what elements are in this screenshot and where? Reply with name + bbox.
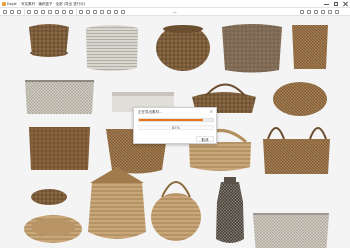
tag-icon[interactable]: [107, 10, 111, 14]
image-icon[interactable]: [121, 10, 125, 14]
basket-item: [25, 80, 94, 114]
basket-item: [253, 213, 329, 248]
basket-item: [86, 25, 138, 71]
basket-item: [273, 82, 327, 116]
basket-item: [292, 25, 328, 69]
app-name: Eagle: [7, 2, 17, 6]
progress-bar: [138, 118, 214, 122]
basket-item: [88, 167, 146, 239]
basket-item: [29, 127, 90, 170]
info-icon[interactable]: [307, 10, 311, 14]
flip-tool-icon[interactable]: [55, 10, 59, 14]
dialog-title: 正在导出素材…: [138, 110, 163, 114]
refresh-icon[interactable]: [17, 10, 21, 14]
title-bar: Eagle 写实素材 · 编织篮子 · 全部 (导出 进行中): [0, 0, 350, 8]
sort-icon[interactable]: [100, 10, 104, 14]
back-icon[interactable]: [3, 10, 7, 14]
cancel-button[interactable]: 取消: [196, 136, 214, 142]
filter-icon[interactable]: [93, 10, 97, 14]
progress-percent: 87%: [172, 126, 180, 130]
toolbar: ︿: [0, 8, 350, 16]
list-view-icon[interactable]: [86, 10, 90, 14]
fullscreen-icon[interactable]: [328, 10, 332, 14]
move-tool-icon[interactable]: [34, 10, 38, 14]
basket-item: [216, 177, 244, 243]
zoom-in-icon[interactable]: [62, 10, 66, 14]
basket-item: [151, 181, 201, 241]
export-progress-dialog: 正在导出素材… × 87% 取消: [133, 107, 217, 144]
toolbar-divider: [24, 9, 25, 15]
zoom-out-icon[interactable]: [69, 10, 73, 14]
settings-icon[interactable]: [321, 10, 325, 14]
basket-item: [156, 25, 210, 71]
window-title: 写实素材 · 编织篮子 · 全部 (导出 进行中): [21, 2, 86, 6]
menu-icon[interactable]: [335, 10, 339, 14]
app-logo-icon: [2, 2, 6, 6]
collapse-toolbar-icon[interactable]: ︿: [173, 10, 177, 14]
toolbar-divider: [76, 9, 77, 15]
grid-view-icon[interactable]: [79, 10, 83, 14]
progress-bar-fill: [139, 119, 204, 121]
basket-item: [29, 24, 69, 57]
search-icon[interactable]: [300, 10, 304, 14]
folder-icon[interactable]: [114, 10, 118, 14]
app-window: Eagle 写实素材 · 编织篮子 · 全部 (导出 进行中) ︿ 正在导出素材…: [0, 0, 350, 248]
share-icon[interactable]: [314, 10, 318, 14]
dialog-close-icon[interactable]: ×: [210, 109, 213, 114]
progress-status-box: 87%: [138, 125, 214, 130]
basket-item: [24, 215, 82, 243]
select-tool-icon[interactable]: [27, 10, 31, 14]
basket-item: [222, 24, 282, 73]
basket-item: [263, 127, 330, 174]
basket-item: [31, 189, 67, 205]
forward-icon[interactable]: [10, 10, 14, 14]
close-window-icon[interactable]: [343, 2, 348, 7]
minimize-icon[interactable]: [324, 2, 329, 7]
maximize-icon[interactable]: [334, 2, 338, 6]
rotate-tool-icon[interactable]: [48, 10, 52, 14]
crop-tool-icon[interactable]: [41, 10, 45, 14]
window-controls: [324, 0, 348, 8]
